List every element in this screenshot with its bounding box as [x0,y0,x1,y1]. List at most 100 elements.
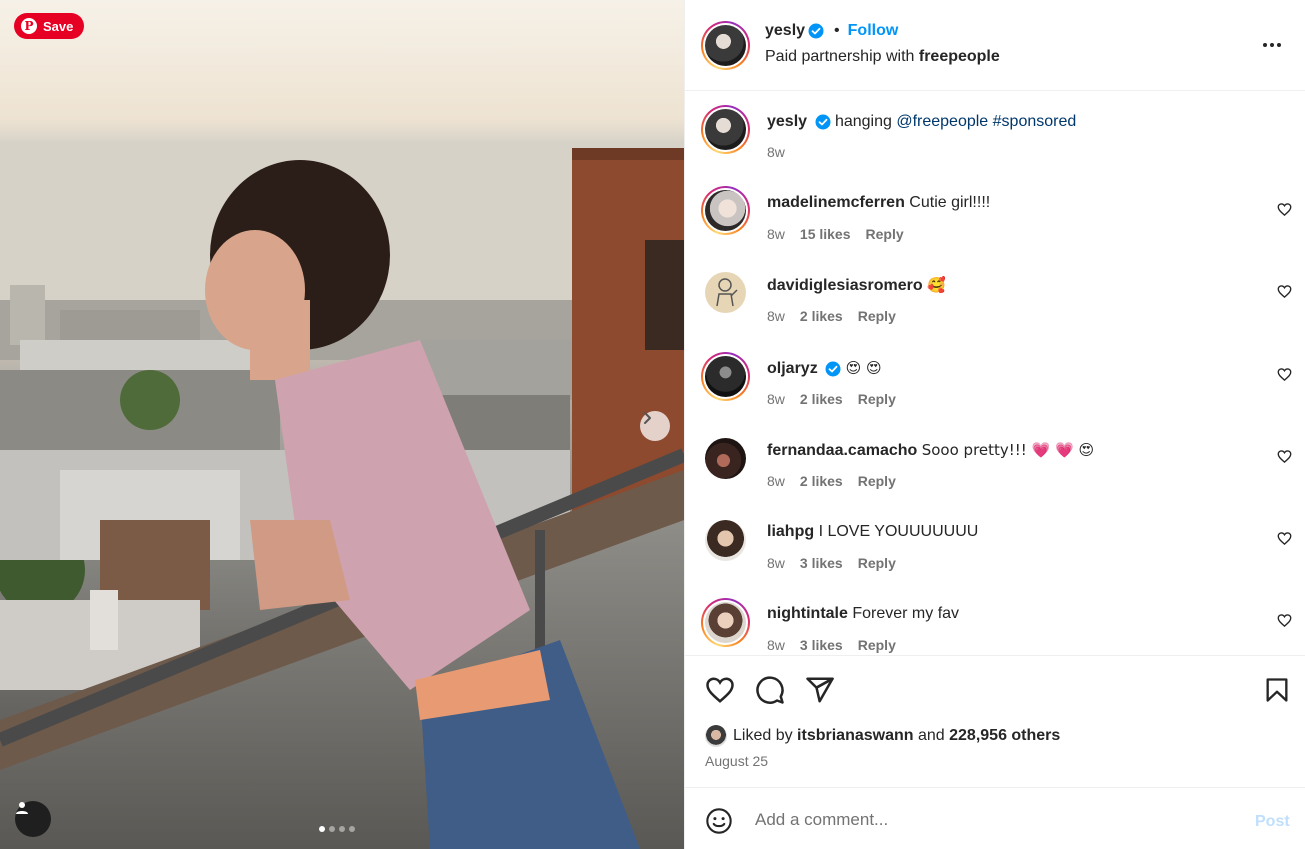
carousel-next-button[interactable] [640,411,670,441]
comment-time[interactable]: 8w [767,637,785,653]
comment-meta: 8w 15 likes Reply [767,226,904,242]
reply-button[interactable]: Reply [858,308,896,324]
separator-dot: • [834,22,840,39]
emoji-icon[interactable] [705,807,733,835]
caption-text: yesly hanging @freepeople #sponsored [767,113,1076,131]
avatar-illustration [716,278,738,307]
comment-likes[interactable]: 2 likes [800,308,843,324]
comment-username[interactable]: fernandaa.camacho [767,442,917,459]
comment-meta: 8w 3 likes Reply [767,637,896,653]
comment-likes[interactable]: 2 likes [800,391,843,407]
heart-icon[interactable] [1277,367,1292,382]
comment-body: I LOVE YOUUUUUUU [818,523,979,540]
comment-meta: 8w 2 likes Reply [767,473,896,489]
comment-icon[interactable] [755,675,785,705]
comment-likes[interactable]: 2 likes [800,473,843,489]
heart-icon[interactable] [1277,531,1292,546]
caption-meta: 8w [767,144,785,160]
caption-username[interactable]: yesly [767,113,807,130]
comment-text: oljaryz 😍 😍 [767,359,882,378]
comment-meta: 8w 3 likes Reply [767,555,896,571]
likes-middle: and [913,727,950,744]
carousel-dot [339,826,345,832]
author-avatar[interactable] [701,21,750,70]
partner-link[interactable]: freepeople [919,48,1000,65]
reply-button[interactable]: Reply [858,555,896,571]
comment-body: Sooo pretty!!! 💗 💗 😍 [921,441,1095,459]
share-icon[interactable] [805,675,835,705]
comment-username[interactable]: oljaryz [767,360,818,377]
author-line: yesly • Follow [765,22,898,40]
reply-button[interactable]: Reply [858,473,896,489]
comment-avatar[interactable] [701,186,750,235]
post-date[interactable]: August 25 [705,753,768,769]
comments-list[interactable]: yesly hanging @freepeople #sponsored 8w … [685,92,1305,654]
reply-button[interactable]: Reply [866,226,904,242]
post-header: yesly • Follow Paid partnership with fre… [685,0,1305,91]
comment-likes[interactable]: 3 likes [800,555,843,571]
comment-row: nightintale Forever my fav 8w 3 likes Re… [685,584,1305,654]
heart-icon[interactable] [1277,613,1292,628]
mention-link[interactable]: @freepeople [896,113,988,130]
comment-body: 🥰 [927,276,946,294]
heart-icon[interactable] [1277,202,1292,217]
comment-time[interactable]: 8w [767,308,785,324]
reply-button[interactable]: Reply [858,637,896,653]
comment-avatar[interactable] [701,352,750,401]
comment-time[interactable]: 8w [767,555,785,571]
comment-time[interactable]: 8w [767,391,785,407]
like-heart-icon[interactable] [705,675,735,705]
comment-row: liahpg I LOVE YOUUUUUUU 8w 3 likes Reply [685,502,1305,584]
comment-body: Cutie girl!!!! [909,194,991,211]
bookmark-icon[interactable] [1263,675,1291,705]
author-username[interactable]: yesly [765,22,805,40]
comment-username[interactable]: nightintale [767,605,848,622]
comment-username[interactable]: davidiglesiasromero [767,277,923,294]
comment-body: 😍 😍 [845,359,882,377]
follow-button[interactable]: Follow [848,22,899,40]
comment-username[interactable]: madelinemcferren [767,194,905,211]
comment-text: nightintale Forever my fav [767,605,959,623]
comment-meta: 8w 2 likes Reply [767,308,896,324]
comment-time[interactable]: 8w [767,226,785,242]
liker-avatar[interactable] [705,725,727,747]
comment-avatar[interactable] [705,438,746,479]
comment-username[interactable]: liahpg [767,523,814,540]
carousel-dot [349,826,355,832]
caption-time[interactable]: 8w [767,144,785,160]
more-icon[interactable] [1261,34,1283,56]
verified-icon [825,361,841,377]
comment-input[interactable] [755,810,1195,830]
pinterest-icon: P [21,18,37,34]
comment-avatar[interactable] [705,272,746,313]
verified-icon [815,114,830,130]
tagged-users-button[interactable] [15,801,51,837]
comment-row: fernandaa.camacho Sooo pretty!!! 💗 💗 😍 8… [685,420,1305,502]
comment-row: davidiglesiasromero 🥰 8w 2 likes Reply [685,256,1305,338]
save-label: Save [43,18,74,34]
caption-avatar[interactable] [701,105,750,154]
hashtag-link[interactable]: #sponsored [993,113,1077,130]
comment-text: liahpg I LOVE YOUUUUUUU [767,523,978,541]
post-actions: Liked by itsbrianaswann and 228,956 othe… [685,655,1305,787]
user-tag-icon [16,802,28,814]
post-photo[interactable]: P Save [0,0,684,849]
pinterest-save-button[interactable]: P Save [14,13,85,39]
comment-likes[interactable]: 15 likes [800,226,851,242]
chevron-right-icon [644,412,651,424]
comment-avatar[interactable] [701,598,750,647]
liker-username[interactable]: itsbrianaswann [797,727,913,744]
caption-body: hanging [834,113,897,130]
comment-text: fernandaa.camacho Sooo pretty!!! 💗 💗 😍 [767,441,1094,460]
comment-likes[interactable]: 3 likes [800,637,843,653]
likes-summary: Liked by itsbrianaswann and 228,956 othe… [705,725,1060,747]
comment-avatar[interactable] [705,520,746,561]
heart-icon[interactable] [1277,449,1292,464]
post-details-panel: yesly • Follow Paid partnership with fre… [684,0,1305,849]
post-comment-button[interactable]: Post [1255,813,1290,831]
comment-time[interactable]: 8w [767,473,785,489]
reply-button[interactable]: Reply [858,391,896,407]
comment-text: davidiglesiasromero 🥰 [767,276,946,295]
heart-icon[interactable] [1277,284,1292,299]
likes-others[interactable]: 228,956 others [949,727,1060,744]
